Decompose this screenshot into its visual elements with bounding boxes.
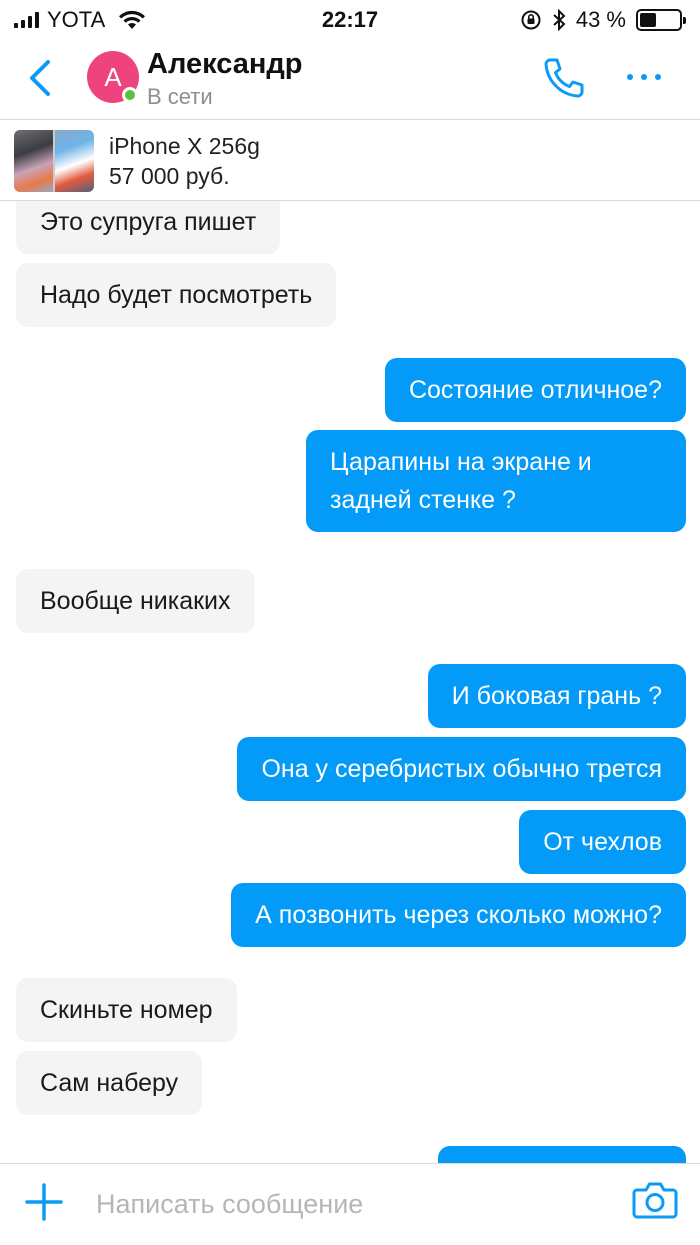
chat-header: А Александр В сети — [0, 40, 700, 120]
message-outgoing: Состояние отличное? — [384, 358, 686, 422]
message-incoming: Вообще никаких — [16, 569, 255, 633]
online-indicator — [122, 87, 138, 103]
status-bar: YOTA 22:17 43 % — [0, 0, 700, 40]
contact-status: В сети — [147, 84, 213, 109]
contact-name[interactable]: Александр — [147, 48, 303, 81]
message-outgoing-partial — [438, 1146, 686, 1163]
listing-price: 57 000 руб. — [109, 163, 230, 189]
message-incoming: Это супруга пишет — [16, 201, 281, 254]
battery-percent: 43 % — [575, 7, 626, 32]
message-input[interactable] — [96, 1184, 516, 1224]
listing-thumbnail[interactable] — [14, 130, 94, 192]
message-outgoing: От чехлов — [519, 810, 686, 874]
camera-icon[interactable] — [632, 1180, 678, 1220]
message-incoming: Скиньте номер — [16, 978, 237, 1042]
message-outgoing: Она у серебристых обычно трется — [237, 737, 686, 801]
battery-icon — [636, 9, 686, 31]
orientation-lock-icon — [521, 10, 541, 30]
message-outgoing: Царапины на экране и задней стенке ? — [306, 430, 686, 532]
composer — [0, 1163, 700, 1245]
back-chevron-icon[interactable] — [22, 56, 62, 100]
bluetooth-icon — [553, 9, 566, 31]
add-attachment-icon[interactable] — [24, 1182, 64, 1222]
more-options-icon[interactable] — [620, 62, 668, 92]
message-outgoing: И боковая грань ? — [427, 664, 686, 728]
listing-title: iPhone X 256g — [109, 133, 260, 159]
message-incoming: Надо будет посмотреть — [16, 263, 337, 327]
message-incoming: Сам наберу — [16, 1051, 203, 1115]
status-right: 43 % — [520, 6, 686, 34]
message-list[interactable]: Это супруга пишет Надо будет посмотреть … — [0, 201, 700, 1163]
message-outgoing: А позвонить через сколько можно? — [231, 883, 686, 947]
phone-call-icon[interactable] — [540, 54, 588, 102]
listing-bar[interactable]: iPhone X 256g 57 000 руб. — [0, 121, 700, 201]
